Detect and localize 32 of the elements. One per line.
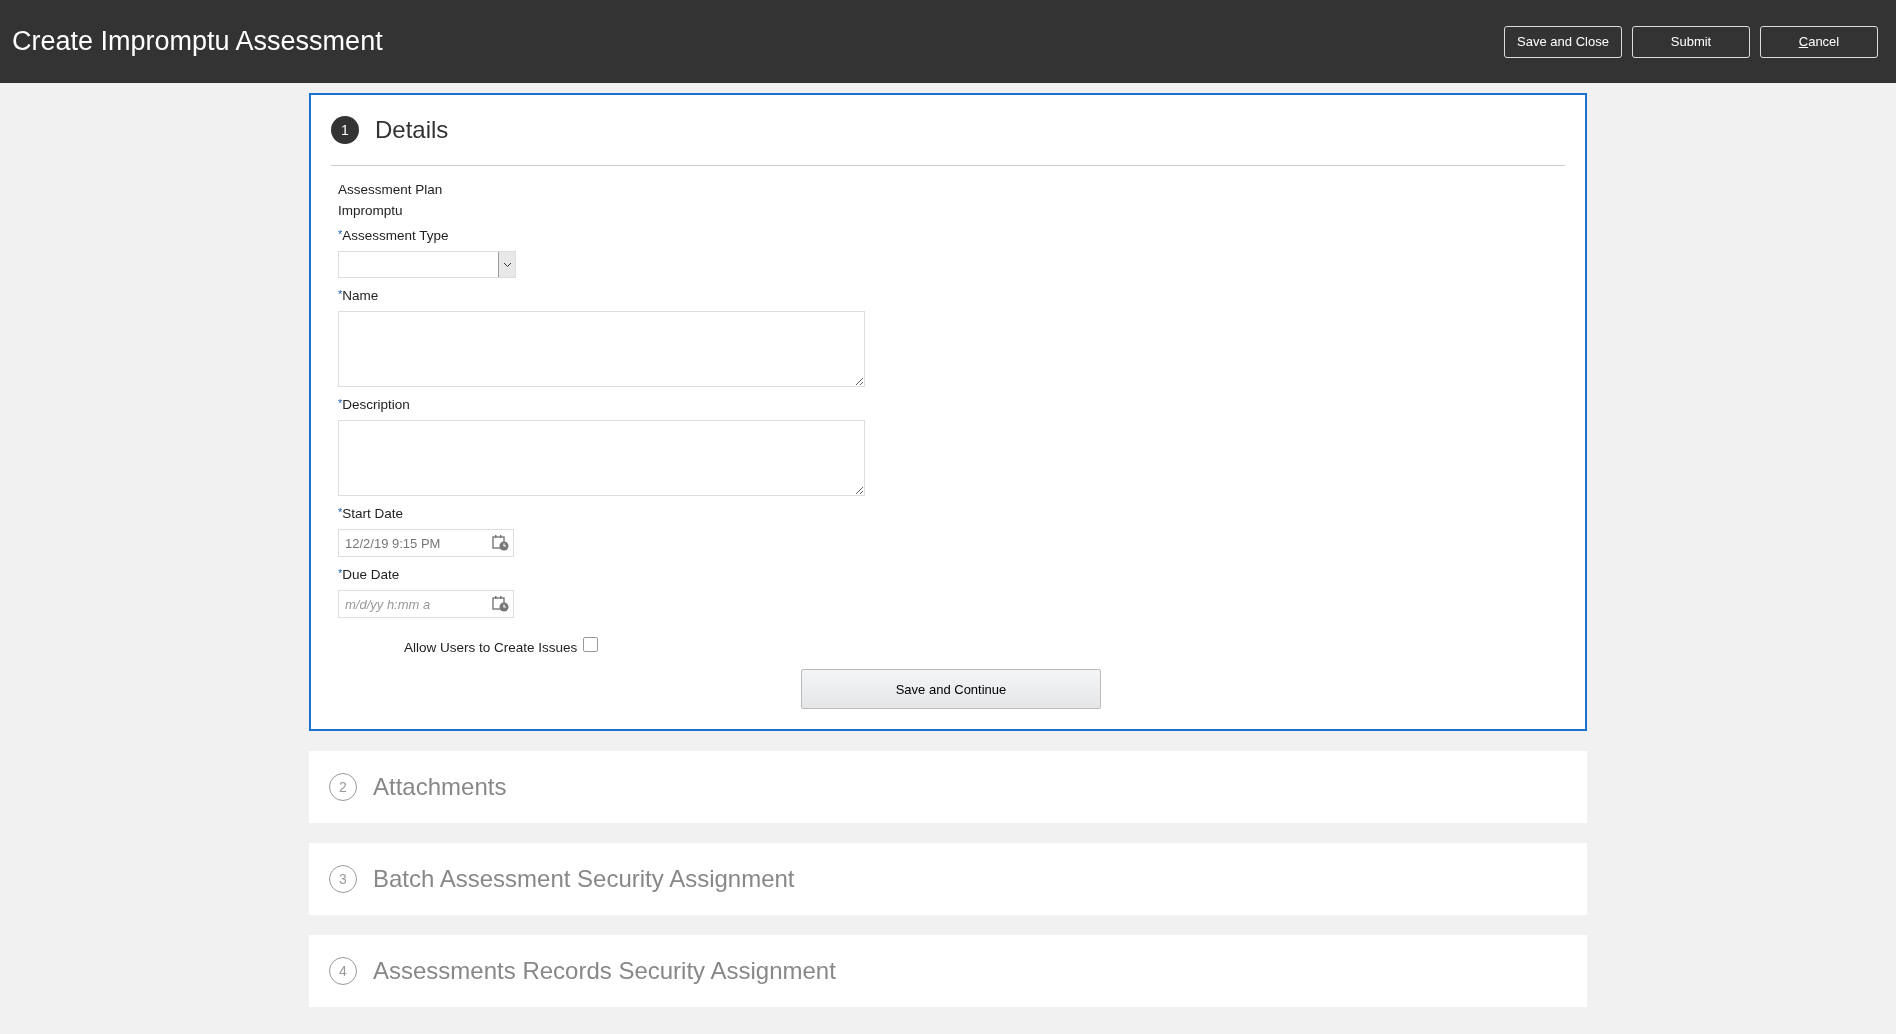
checkbox-label: Allow Users to Create Issues (404, 640, 578, 655)
field-label: Assessment Type (342, 228, 449, 243)
calendar-clock-icon[interactable] (492, 595, 509, 612)
field-label: Start Date (342, 506, 404, 521)
required-marker: * (338, 506, 343, 518)
field-label: Assessment Plan (338, 182, 444, 197)
step-panel[interactable]: 4 Assessments Records Security Assignment (309, 935, 1587, 1007)
field-label: Description (342, 397, 410, 412)
field-value: Impromptu (338, 203, 404, 218)
date-time-field[interactable]: 12/2/19 9:15 PM (338, 529, 514, 557)
field-label: Due Date (342, 567, 400, 582)
required-marker: * (338, 397, 343, 409)
save-and-continue-button[interactable]: Save and Continue (801, 669, 1101, 709)
step-title[interactable]: Attachments (373, 773, 507, 801)
caret-icon (502, 261, 512, 268)
calendar-clock-icon[interactable] (492, 534, 509, 551)
step-panel[interactable]: 3 Batch Assessment Security Assignment (309, 843, 1587, 915)
header-button[interactable]: Save and Close (1504, 25, 1622, 58)
step-number: 1 (331, 116, 359, 144)
page-title: Create Impromptu Assessment (12, 26, 383, 57)
step-title[interactable]: Assessments Records Security Assignment (373, 957, 836, 985)
required-marker: * (338, 228, 343, 240)
required-marker: * (338, 567, 343, 579)
step-title[interactable]: Details (375, 116, 449, 144)
required-marker: * (338, 288, 343, 300)
field-label: Name (342, 288, 379, 303)
step-title[interactable]: Batch Assessment Security Assignment (373, 865, 795, 893)
checkbox[interactable] (583, 637, 599, 652)
header-button[interactable]: Submit (1632, 25, 1750, 58)
step-panel[interactable]: 2 Attachments (309, 751, 1587, 823)
date-time-field[interactable]: m/d/yy h:mm a (338, 590, 514, 618)
header-button[interactable]: Cancel (1760, 25, 1878, 58)
